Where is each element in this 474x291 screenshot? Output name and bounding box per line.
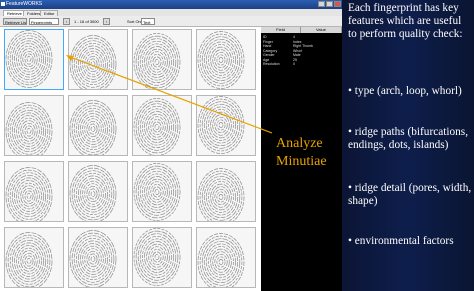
property-value: 0 xyxy=(293,62,295,66)
property-value: 4 xyxy=(293,35,295,39)
property-field: Hand xyxy=(263,44,272,48)
sort-select[interactable]: Text xyxy=(141,18,155,25)
property-value: Whorl xyxy=(293,48,303,53)
property-row: Resolution 0 xyxy=(263,62,295,66)
fingerprint-image xyxy=(69,35,117,89)
fingerprint-thumbnail[interactable] xyxy=(132,227,192,288)
fingerprint-image xyxy=(133,98,181,155)
fingerprint-image xyxy=(69,165,117,221)
column-header-field[interactable]: Field xyxy=(261,27,301,33)
info-panel: Each fingerprint has key features which … xyxy=(342,0,474,291)
fingerprint-thumbnail[interactable] xyxy=(68,161,128,222)
fingerprint-image xyxy=(133,33,181,89)
fingerprint-thumbnail[interactable] xyxy=(4,95,64,156)
fingerprint-thumbnail[interactable] xyxy=(4,29,64,90)
fingerprint-image xyxy=(69,230,117,287)
title-bar: FeatureWORKS xyxy=(0,0,342,9)
info-intro: Each fingerprint has key features which … xyxy=(348,2,463,40)
callout-line-1: Analyze xyxy=(276,136,323,151)
fingerprint-thumbnail[interactable] xyxy=(68,227,128,288)
fingerprint-thumbnail[interactable] xyxy=(132,95,192,156)
fingerprint-image xyxy=(5,102,53,155)
fingerprint-thumbnail[interactable] xyxy=(132,161,192,222)
page-range: 1 - 16 of 3000 xyxy=(74,19,99,24)
property-row: Gender Male xyxy=(263,53,301,57)
property-row: Finger Index xyxy=(263,39,302,44)
mode-select[interactable]: Fingerprints xyxy=(29,18,59,25)
fingerprint-thumbnail[interactable] xyxy=(196,161,256,222)
property-row: Hand Right Thumb xyxy=(263,44,313,48)
fingerprint-thumbnail[interactable] xyxy=(196,95,256,156)
fingerprint-image xyxy=(197,31,245,89)
callout-label: Analyze Minutiae xyxy=(276,135,327,171)
property-field: Category xyxy=(263,48,278,53)
fingerprint-thumbnail[interactable] xyxy=(4,227,64,288)
fingerprint-thumbnail[interactable] xyxy=(4,161,64,222)
property-value: Male xyxy=(293,53,301,57)
fingerprint-thumbnail[interactable] xyxy=(132,29,192,90)
window-close-icon[interactable] xyxy=(334,1,341,7)
fingerprint-image xyxy=(5,167,53,221)
app-icon xyxy=(1,2,5,6)
prev-page-icon[interactable]: ‹ xyxy=(63,18,70,25)
property-field: Resolution xyxy=(263,62,280,66)
info-bullet-type: • type (arch, loop, whorl) xyxy=(348,85,462,97)
thumbnail-grid xyxy=(0,27,261,291)
property-field: Age xyxy=(263,57,270,62)
property-value: 25 xyxy=(293,57,297,62)
fingerprint-image xyxy=(5,232,53,287)
window-maximize-icon[interactable] xyxy=(326,1,333,7)
fingerprint-image xyxy=(197,168,245,221)
fingerprint-image xyxy=(133,163,181,221)
fingerprint-thumbnail[interactable] xyxy=(68,95,128,156)
property-value: Right Thumb xyxy=(293,44,313,48)
fingerprint-image xyxy=(69,100,117,155)
info-bullet-ridge-detail: • ridge detail (pores, width, shape) xyxy=(348,182,472,207)
property-row: Category Whorl xyxy=(263,48,302,53)
next-page-icon[interactable]: › xyxy=(103,18,110,25)
fingerprint-image xyxy=(133,228,181,286)
property-field: Finger xyxy=(263,39,273,44)
fingerprint-image xyxy=(5,30,53,88)
window-minimize-icon[interactable] xyxy=(318,1,325,7)
column-header-value[interactable]: Value xyxy=(301,27,342,33)
property-row: ID 4 xyxy=(263,35,295,39)
fingerprint-thumbnail[interactable] xyxy=(68,29,128,90)
fingerprint-image xyxy=(197,233,245,287)
info-bullet-ridge-paths: • ridge paths (bifurcations, endings, do… xyxy=(348,126,469,151)
fingerprint-thumbnail[interactable] xyxy=(196,227,256,288)
property-value: Index xyxy=(293,39,302,44)
fingerprint-image xyxy=(197,96,245,154)
property-field: ID xyxy=(263,35,267,39)
callout-line-2: Minutiae xyxy=(276,154,327,169)
toolbar: Retrieve List Fingerprints ‹ 1 - 16 of 3… xyxy=(0,16,342,27)
info-bullet-environmental: • environmental factors xyxy=(348,235,454,247)
window-title: FeatureWORKS xyxy=(6,1,43,7)
fingerprint-thumbnail[interactable] xyxy=(196,29,256,90)
property-field: Gender xyxy=(263,53,275,57)
retrieve-list-button[interactable]: Retrieve List xyxy=(3,18,27,25)
property-row: Age 25 xyxy=(263,57,297,62)
